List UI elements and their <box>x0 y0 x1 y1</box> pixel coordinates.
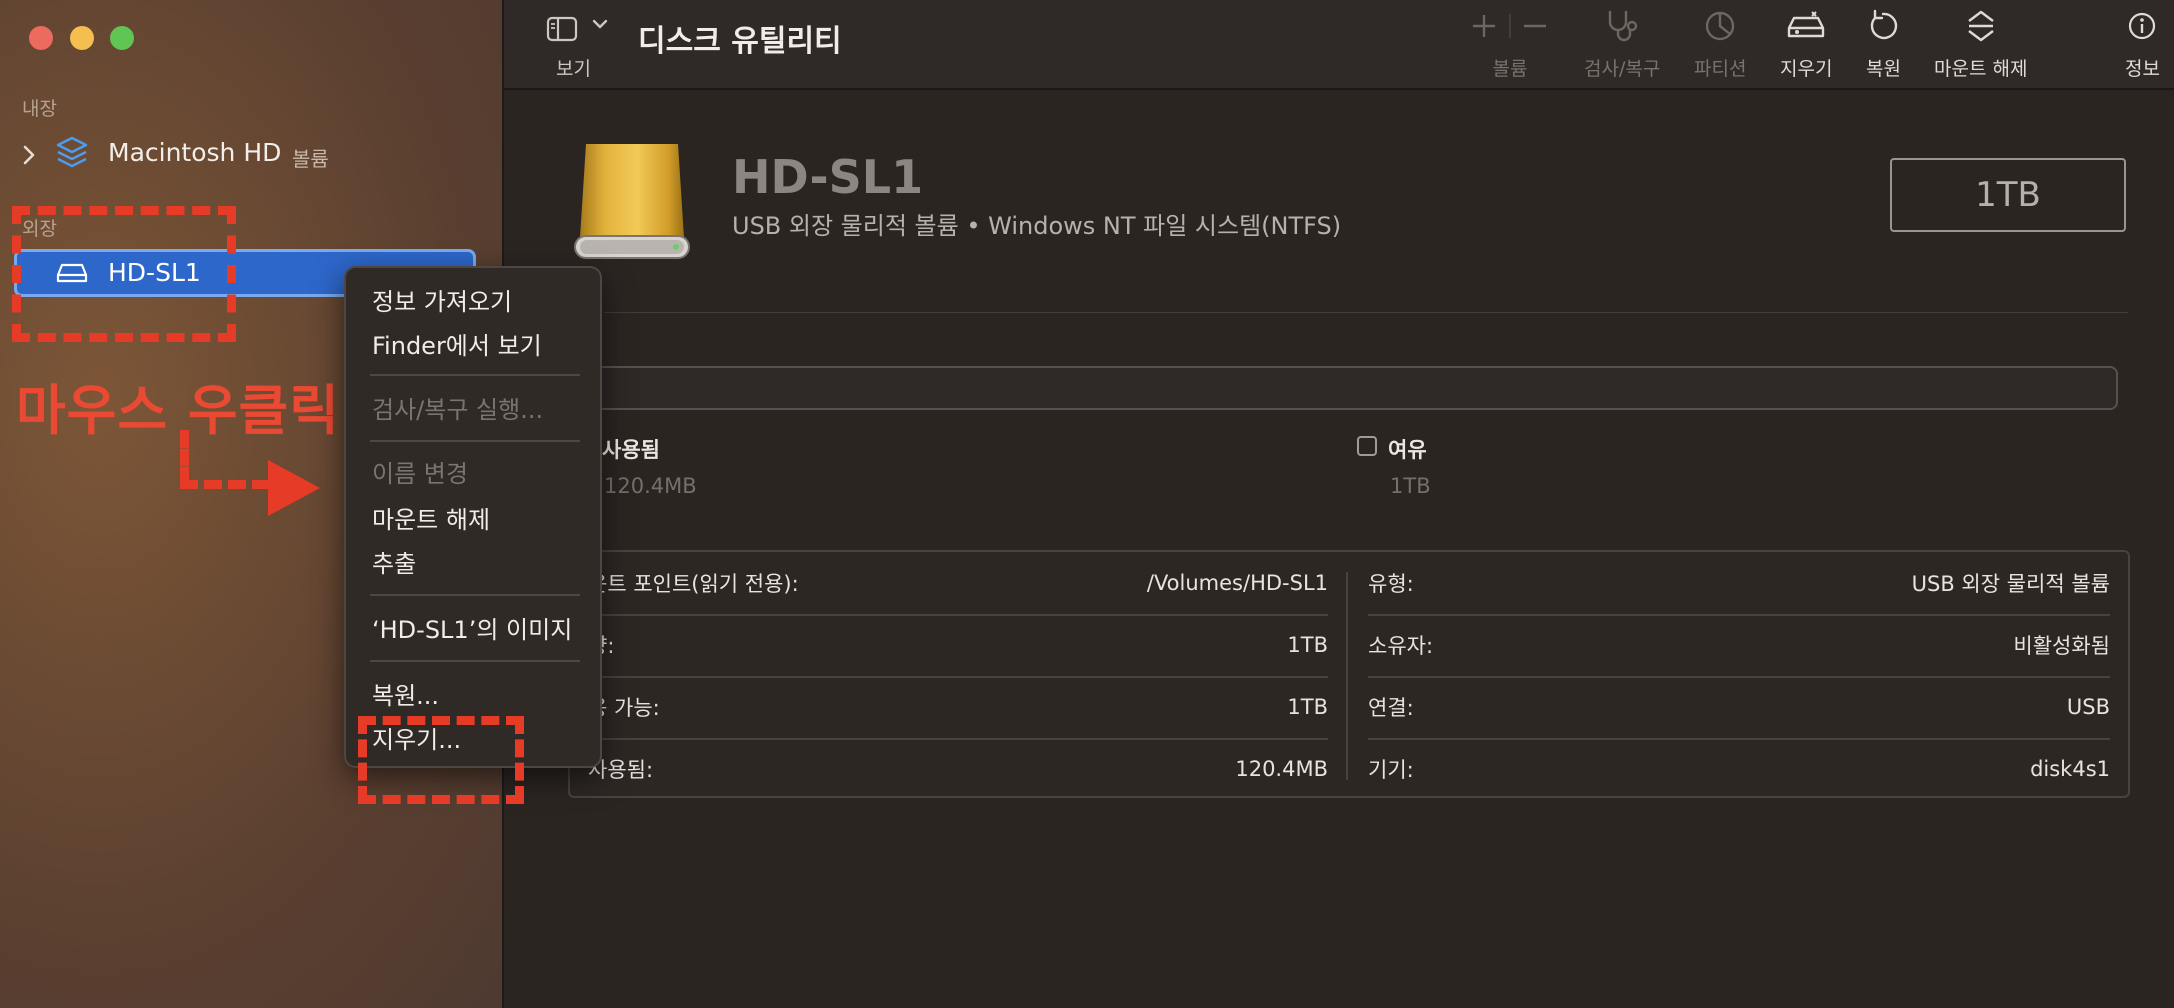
volume-label: 볼륨 <box>1492 58 1528 80</box>
menu-item-unmount[interactable]: 마운트 해제 <box>372 500 490 535</box>
info-value: 1TB <box>1287 633 1328 657</box>
menu-separator <box>370 374 580 376</box>
info-value: disk4s1 <box>2030 757 2110 781</box>
menu-item-run-first-aid[interactable]: 검사/복구 실행... <box>372 390 543 425</box>
sidebar-toggle-icon[interactable] <box>546 16 578 46</box>
menu-separator <box>370 440 580 442</box>
divider <box>604 312 2128 313</box>
table-row: 용 가능: 1TB <box>588 676 1328 740</box>
annotation-arrow-line <box>180 480 270 489</box>
chevron-down-icon[interactable] <box>592 14 608 35</box>
partition-label: 파티션 <box>1694 58 1747 80</box>
volume-badge: 볼륨 <box>292 147 329 171</box>
menu-separator <box>370 594 580 596</box>
restore-arrow-icon <box>1871 9 1898 40</box>
table-row: 유형: USB 외장 물리적 볼륨 <box>1368 552 2110 616</box>
external-drive-icon <box>574 142 690 264</box>
restore-button[interactable]: 복원 <box>1866 6 1901 81</box>
table-row: 연결: USB <box>1368 676 2110 740</box>
volume-add-remove-button[interactable]: 볼륨 <box>1470 6 1550 81</box>
menu-item-eject[interactable]: 추출 <box>372 544 416 579</box>
info-key: 소유자: <box>1368 634 1434 658</box>
minimize-window-button[interactable] <box>70 26 94 50</box>
menu-item-restore[interactable]: 복원... <box>372 676 439 711</box>
erase-button[interactable]: 지우기 <box>1780 6 1832 81</box>
pie-chart-icon <box>1706 11 1735 41</box>
free-label: 여유 <box>1388 438 1427 462</box>
info-value: 1TB <box>1287 695 1328 719</box>
table-row: 소유자: 비활성화됨 <box>1368 614 2110 678</box>
info-key: 연결: <box>1368 696 1414 720</box>
volume-size: 1TB <box>1890 158 2126 232</box>
menu-item-get-info[interactable]: 정보 가져오기 <box>372 282 512 317</box>
info-value: USB 외장 물리적 볼륨 <box>1911 572 2110 596</box>
info-button[interactable]: 정보 <box>2125 6 2160 81</box>
annotation-arrow-icon <box>268 460 320 516</box>
volume-subtitle: USB 외장 물리적 볼륨 • Windows NT 파일 시스템(NTFS) <box>732 212 1342 240</box>
restore-label: 복원 <box>1866 58 1901 80</box>
context-menu: 정보 가져오기 Finder에서 보기 검사/복구 실행... 이름 변경 마운… <box>344 266 602 768</box>
unmount-button[interactable]: 마운트 해제 <box>1934 6 2027 81</box>
info-label: 정보 <box>2125 58 2160 80</box>
info-key: 유형: <box>1368 572 1414 596</box>
info-value: 120.4MB <box>1235 757 1328 781</box>
info-table-separator <box>1346 572 1348 780</box>
annotation-text: 마우스 우클릭 <box>16 379 340 442</box>
zoom-window-button[interactable] <box>110 26 134 50</box>
info-key: 기기: <box>1368 758 1414 782</box>
menu-item-show-in-finder[interactable]: Finder에서 보기 <box>372 326 542 361</box>
close-window-button[interactable] <box>29 26 53 50</box>
first-aid-label: 검사/복구 <box>1584 58 1661 80</box>
annotation-highlight-box <box>12 206 236 342</box>
layers-icon <box>56 136 88 174</box>
usage-bar <box>590 366 2118 410</box>
info-value: 비활성화됨 <box>2013 634 2110 658</box>
info-key: 운트 포인트(읽기 전용): <box>588 572 799 596</box>
used-value: 120.4MB <box>604 474 697 498</box>
info-icon <box>2129 12 2156 40</box>
annotation-erase-highlight-box <box>358 716 524 804</box>
first-aid-button[interactable]: 검사/복구 <box>1584 6 1660 81</box>
menu-item-image-of[interactable]: ‘HD-SL1’의 이미지 <box>372 610 572 645</box>
unmount-icon <box>1967 10 1994 42</box>
used-label: 사용됨 <box>602 438 660 462</box>
erase-drive-icon <box>1788 11 1825 38</box>
table-row: 기기: disk4s1 <box>1368 738 2110 800</box>
table-row: 량: 1TB <box>588 614 1328 678</box>
toolbar: 보기 디스크 유틸리티 <box>504 0 2174 90</box>
free-value: 1TB <box>1390 474 1431 498</box>
info-value: USB <box>2066 695 2110 719</box>
free-space-legend-icon <box>1357 436 1377 456</box>
menu-item-rename[interactable]: 이름 변경 <box>372 454 468 489</box>
table-row: 사용됨: 120.4MB <box>588 738 1328 800</box>
partition-button[interactable]: 파티션 <box>1694 6 1746 81</box>
menu-separator <box>370 660 580 662</box>
sidebar-section-internal: 내장 <box>22 98 57 120</box>
plus-minus-icon <box>1473 14 1546 38</box>
window-title: 디스크 유틸리티 <box>638 24 842 59</box>
table-row: 운트 포인트(읽기 전용): /Volumes/HD-SL1 <box>588 552 1328 616</box>
annotation-arrow-line <box>180 430 189 485</box>
volume-name: HD-SL1 <box>732 150 924 204</box>
sidebar-item-macintosh-hd[interactable]: Macintosh HD <box>108 138 281 167</box>
chevron-right-icon[interactable] <box>22 144 36 172</box>
stethoscope-icon <box>1608 11 1638 42</box>
erase-label: 지우기 <box>1780 58 1833 80</box>
unmount-label: 마운트 해제 <box>1934 58 2028 80</box>
view-button-label[interactable]: 보기 <box>556 54 591 81</box>
info-value: /Volumes/HD-SL1 <box>1146 571 1328 595</box>
